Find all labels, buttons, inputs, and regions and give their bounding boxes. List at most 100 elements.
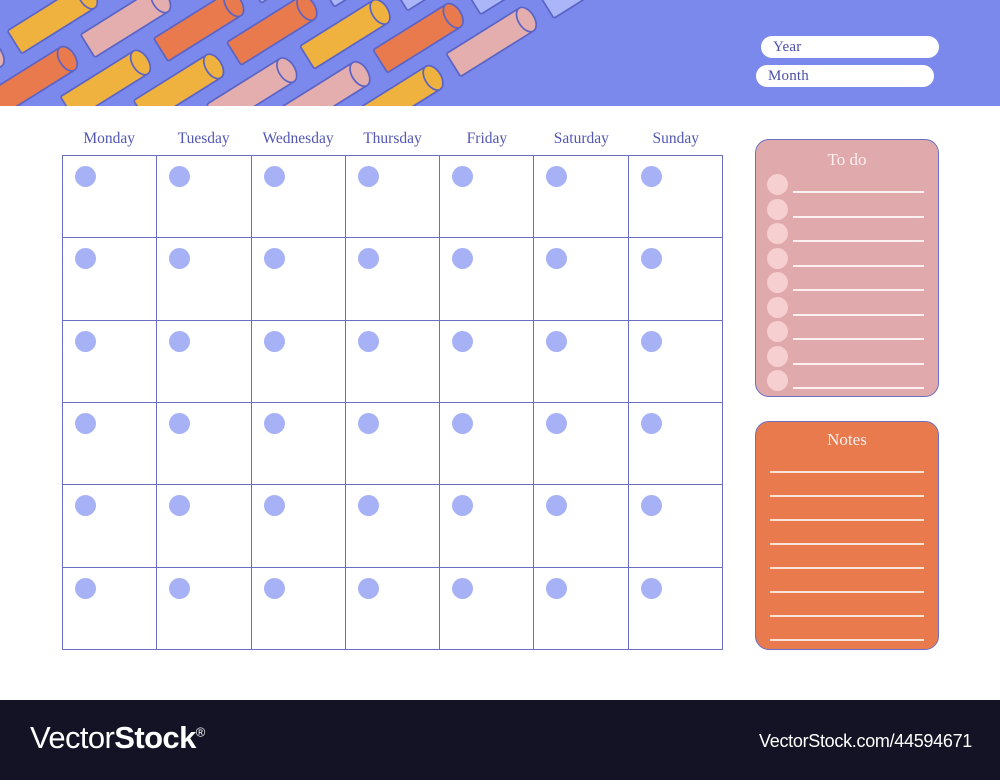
calendar-day-cell[interactable] — [63, 567, 158, 650]
notes-list — [756, 455, 938, 647]
day-number-dot-icon — [75, 413, 96, 434]
calendar-day-cell[interactable] — [534, 403, 629, 486]
calendar-day-cell[interactable] — [534, 320, 629, 403]
calendar-day-cell[interactable] — [345, 485, 441, 568]
notes-item[interactable] — [756, 503, 938, 527]
calendar-day-cell[interactable] — [440, 320, 535, 403]
logo-text-part2: Stock — [114, 720, 196, 755]
calendar-day-cell[interactable] — [63, 485, 158, 568]
calendar-day-cell[interactable] — [628, 320, 723, 403]
calendar-day-cell[interactable] — [345, 567, 441, 650]
calendar-day-cell[interactable] — [628, 485, 723, 568]
notes-item[interactable] — [756, 527, 938, 551]
notes-write-line — [770, 543, 924, 545]
todo-item[interactable] — [756, 247, 938, 273]
calendar-day-cell[interactable] — [534, 156, 629, 239]
calendar-day-cell[interactable] — [628, 156, 723, 239]
todo-write-line — [793, 289, 924, 291]
day-number-dot-icon — [546, 413, 568, 434]
notes-panel-title: Notes — [827, 430, 867, 449]
day-number-dot-icon — [452, 330, 474, 352]
notes-item[interactable] — [756, 455, 938, 479]
calendar-day-cell[interactable] — [251, 485, 346, 568]
calendar-day-cell[interactable] — [628, 238, 723, 321]
calendar-day-cell[interactable] — [251, 567, 346, 650]
day-number-dot-icon — [546, 248, 568, 270]
calendar-day-cell[interactable] — [157, 403, 252, 486]
calendar-day-cell[interactable] — [157, 238, 252, 321]
calendar-day-cell[interactable] — [440, 567, 535, 650]
notes-item[interactable] — [756, 575, 938, 599]
calendar-day-cell[interactable] — [63, 403, 158, 486]
todo-item[interactable] — [756, 223, 938, 248]
todo-item[interactable] — [756, 272, 938, 297]
todo-checkbox-circle-icon[interactable] — [767, 321, 788, 342]
calendar-day-cell[interactable] — [251, 156, 346, 239]
day-number-dot-icon — [452, 166, 474, 187]
todo-item[interactable] — [756, 296, 938, 322]
notes-item[interactable] — [756, 551, 938, 575]
todo-item[interactable] — [756, 345, 938, 371]
todo-checkbox-circle-icon[interactable] — [767, 223, 788, 244]
day-number-dot-icon — [546, 495, 568, 517]
calendar-day-cell[interactable] — [157, 156, 252, 239]
month-field[interactable]: Month — [756, 65, 934, 87]
calendar-day-cell[interactable] — [440, 156, 535, 239]
todo-item[interactable] — [756, 321, 938, 346]
todo-item[interactable] — [756, 174, 938, 199]
calendar-day-cell[interactable] — [157, 320, 252, 403]
todo-write-line — [793, 338, 924, 340]
year-field[interactable]: Year — [761, 36, 939, 58]
todo-item[interactable] — [756, 198, 938, 224]
day-number-dot-icon — [263, 166, 285, 187]
todo-write-line — [793, 240, 924, 242]
calendar-day-cell[interactable] — [345, 320, 441, 403]
calendar-day-cell[interactable] — [251, 403, 346, 486]
notes-item[interactable] — [756, 479, 938, 503]
todo-checkbox-circle-icon[interactable] — [767, 370, 788, 391]
calendar-day-cell[interactable] — [534, 238, 629, 321]
calendar-day-cell[interactable] — [628, 403, 723, 486]
day-number-dot-icon — [640, 577, 662, 599]
calendar-day-cell[interactable] — [345, 238, 441, 321]
day-number-dot-icon — [640, 248, 662, 270]
logo-text-part1: Vector — [30, 720, 115, 755]
todo-write-line — [793, 191, 924, 193]
calendar-day-cell[interactable] — [440, 403, 535, 486]
day-number-dot-icon — [169, 413, 191, 434]
todo-checkbox-circle-icon[interactable] — [767, 345, 788, 367]
notes-write-line — [770, 639, 924, 641]
day-header-wednesday: Wednesday — [262, 130, 334, 147]
day-number-dot-icon — [169, 166, 191, 187]
calendar-day-cell[interactable] — [345, 403, 441, 486]
todo-item[interactable] — [756, 370, 938, 395]
notes-write-line — [770, 615, 924, 617]
calendar-day-cell[interactable] — [628, 567, 723, 650]
todo-checkbox-circle-icon[interactable] — [767, 247, 788, 269]
calendar-day-cell[interactable] — [63, 156, 158, 239]
day-number-dot-icon — [75, 577, 96, 599]
todo-checkbox-circle-icon[interactable] — [767, 296, 788, 318]
calendar-day-cell[interactable] — [157, 567, 252, 650]
day-header-thursday: Thursday — [363, 130, 422, 147]
todo-checkbox-circle-icon[interactable] — [767, 272, 788, 293]
notes-item[interactable] — [756, 599, 938, 623]
day-number-dot-icon — [169, 330, 191, 352]
todo-checkbox-circle-icon[interactable] — [767, 198, 788, 220]
calendar-day-cell[interactable] — [251, 320, 346, 403]
calendar-day-cell[interactable] — [534, 485, 629, 568]
notes-item[interactable] — [756, 623, 938, 647]
calendar-day-cell[interactable] — [157, 485, 252, 568]
calendar-day-cell[interactable] — [440, 238, 535, 321]
calendar-day-cell[interactable] — [63, 238, 158, 321]
day-number-dot-icon — [357, 166, 379, 187]
calendar-day-cell[interactable] — [251, 238, 346, 321]
calendar-day-cell[interactable] — [63, 320, 158, 403]
day-number-dot-icon — [263, 248, 285, 270]
calendar-day-cell[interactable] — [345, 156, 441, 239]
todo-checkbox-circle-icon[interactable] — [767, 174, 788, 195]
calendar-day-cell[interactable] — [534, 567, 629, 650]
notes-write-line — [770, 567, 924, 569]
calendar-day-cell[interactable] — [440, 485, 535, 568]
day-number-dot-icon — [357, 330, 379, 352]
